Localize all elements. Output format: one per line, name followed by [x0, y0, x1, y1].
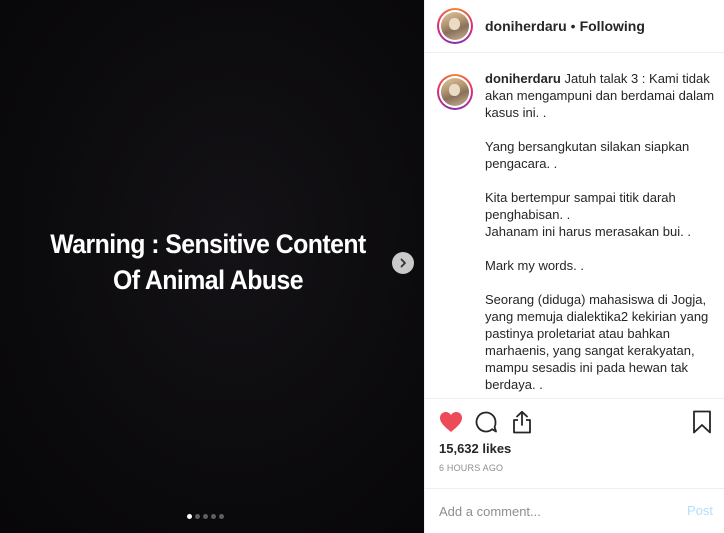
next-slide-button[interactable]: [392, 252, 414, 274]
caption-text: doniherdaru Jatuh talak 3 : Kami tidak a…: [485, 70, 717, 393]
post-header: doniherdaru • Following: [425, 0, 724, 53]
avatar[interactable]: [437, 8, 473, 44]
carousel-dot: [203, 514, 208, 519]
likes-count[interactable]: 15,632 likes: [439, 441, 511, 456]
post-button[interactable]: Post: [687, 503, 713, 518]
caption-area[interactable]: doniherdaru Jatuh talak 3 : Kami tidak a…: [425, 54, 724, 398]
carousel-indicator: [187, 514, 224, 519]
post-media[interactable]: Warning : Sensitive Content Of Animal Ab…: [0, 0, 424, 533]
following-button[interactable]: Following: [580, 18, 645, 34]
header-separator: •: [570, 18, 576, 34]
share-button[interactable]: [509, 409, 535, 435]
carousel-dot: [211, 514, 216, 519]
chevron-right-icon: [400, 258, 406, 268]
carousel-dot: [219, 514, 224, 519]
caption: doniherdaru Jatuh talak 3 : Kami tidak a…: [425, 54, 724, 393]
heart-icon: [440, 412, 462, 432]
post-sidebar: doniherdaru • Following doniherdaru Jatu…: [424, 0, 724, 533]
share-icon: [513, 410, 531, 434]
header-username[interactable]: doniherdaru: [485, 18, 567, 34]
like-button[interactable]: [437, 409, 465, 435]
save-button[interactable]: [689, 409, 715, 435]
media-overlay-text: Warning : Sensitive Content Of Animal Ab…: [17, 226, 400, 298]
comment-input[interactable]: [439, 504, 669, 519]
avatar-image: [441, 12, 469, 40]
carousel-dot: [195, 514, 200, 519]
overlay-line-2: Of Animal Abuse: [112, 265, 304, 295]
caption-username[interactable]: doniherdaru: [485, 71, 561, 86]
comment-button[interactable]: [473, 409, 499, 435]
action-bar: 15,632 likes 6 HOURS AGO Post: [425, 398, 724, 533]
carousel-dot: [187, 514, 192, 519]
bookmark-icon: [693, 410, 711, 434]
caption-avatar[interactable]: [437, 74, 473, 110]
overlay-line-1: Warning : Sensitive Content: [50, 229, 366, 259]
caption-body: Jatuh talak 3 : Kami tidak akan mengampu…: [485, 71, 715, 392]
post-timestamp[interactable]: 6 HOURS AGO: [439, 463, 503, 473]
avatar-image: [441, 78, 469, 106]
comment-icon: [475, 411, 497, 433]
comment-bar: Post: [425, 488, 724, 533]
